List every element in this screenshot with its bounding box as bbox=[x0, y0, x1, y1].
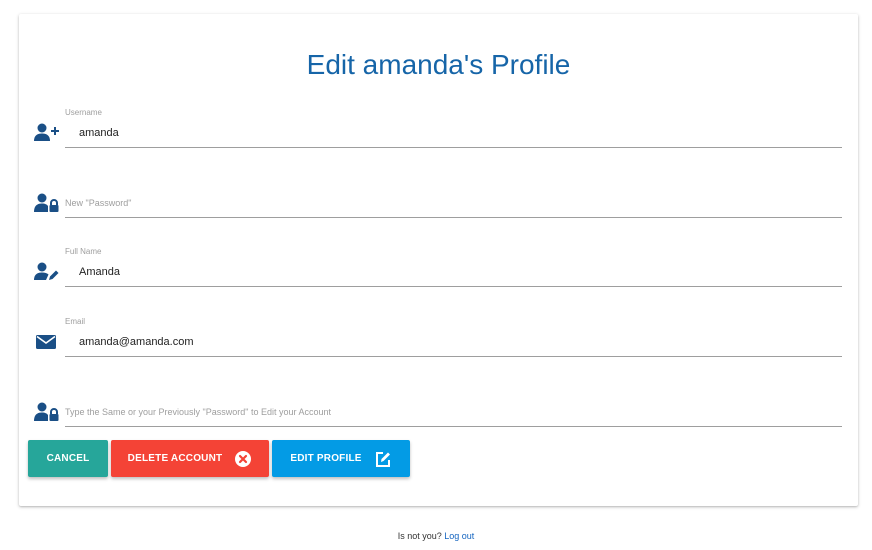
envelope-icon bbox=[34, 331, 60, 353]
page-title: Edit amanda's Profile bbox=[306, 49, 571, 80]
user-lock-icon bbox=[34, 192, 60, 214]
user-plus-icon bbox=[34, 122, 60, 144]
cancel-button[interactable]: CANCEL bbox=[28, 440, 108, 477]
confirm-password-input[interactable] bbox=[65, 397, 842, 427]
fullname-label: Full Name bbox=[65, 247, 102, 256]
username-input[interactable] bbox=[65, 118, 842, 148]
username-field-group: Username bbox=[19, 108, 858, 148]
fullname-field-group: Full Name bbox=[19, 247, 858, 287]
email-label: Email bbox=[65, 317, 86, 326]
fullname-input[interactable] bbox=[65, 257, 842, 287]
delete-account-button-label: DELETE ACCOUNT bbox=[127, 453, 223, 464]
email-field-group: Email bbox=[19, 317, 858, 357]
edit-profile-card: Edit amanda's Profile Username amanda Fu… bbox=[19, 14, 858, 506]
new-password-input[interactable] bbox=[65, 188, 842, 218]
email-input[interactable] bbox=[65, 327, 842, 357]
edit-icon bbox=[374, 450, 392, 468]
password-field-group bbox=[19, 178, 858, 218]
user-lock-icon bbox=[34, 401, 60, 423]
close-circle-icon bbox=[234, 450, 252, 468]
footer: Is not you? Log out bbox=[0, 531, 872, 541]
username-label: Username bbox=[65, 108, 102, 117]
footer-prompt: Is not you? bbox=[397, 531, 442, 541]
edit-profile-button-label: EDIT PROFILE bbox=[290, 453, 362, 464]
delete-account-button[interactable]: DELETE ACCOUNT bbox=[111, 440, 269, 477]
edit-profile-button[interactable]: EDIT PROFILE bbox=[272, 440, 410, 477]
confirm-password-field-group bbox=[19, 387, 858, 427]
user-edit-icon bbox=[34, 261, 60, 283]
cancel-button-label: CANCEL bbox=[46, 453, 90, 464]
logout-link[interactable]: Log out bbox=[444, 531, 474, 541]
